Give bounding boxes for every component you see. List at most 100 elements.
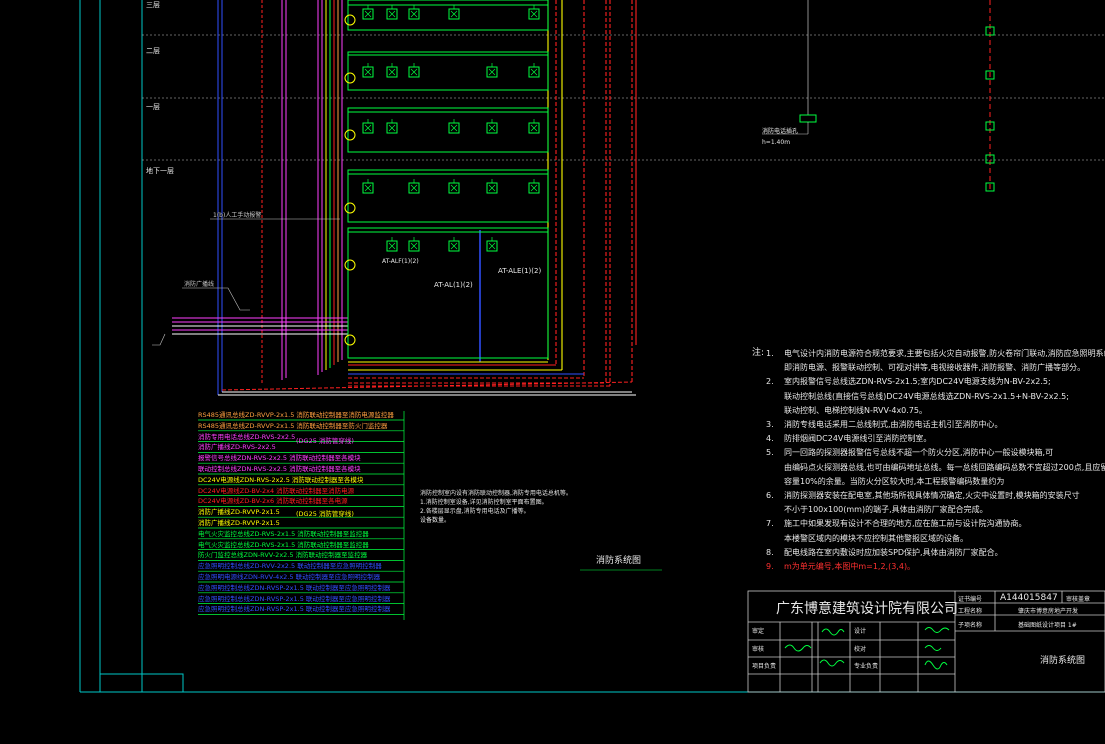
device-cross — [388, 10, 396, 18]
note-line: 由编码点火探测器总线,也可由编码地址总线。每一总线回路编码总数不宜超过200点,… — [766, 462, 1105, 473]
device-label-at1: AT-ALE(1)(2) — [498, 267, 542, 275]
legend-item: 电气火灾监控总线ZD-RVS-2x1.5 消防联动控制器至监控器 — [198, 529, 369, 538]
device-cross — [530, 10, 538, 18]
note-line: 8. 配电线路在室内敷设时应加装SPD保护,具体由消防厂家配合。 — [766, 547, 1003, 558]
note-line: 容量10%的余量。当防火分区较大时,本工程报警编码数量约为 — [766, 476, 1004, 487]
device-cross — [530, 184, 538, 192]
role-xiangmu: 项目负责 — [752, 663, 777, 670]
device-cross — [450, 242, 458, 250]
device-cross — [450, 10, 458, 18]
note-text: 由编码点火探测器总线,也可由编码地址总线。每一总线回路编码总数不宜超过200点,… — [784, 462, 1105, 472]
device-cross — [410, 184, 418, 192]
floor-label-b1: 地下一层 — [146, 167, 174, 175]
note-text: m为单元编号,本图中m=1,2,(3,4)。 — [784, 562, 916, 571]
device-label-at2: AT-AL(1)(2) — [434, 281, 473, 289]
legend-item: RS485通讯总线ZD-RVVP-2x1.5 消防联动控制器至消防电源监控器 — [198, 411, 394, 419]
role-shending: 审定 — [752, 628, 765, 635]
legend-item: 应急照明控制总线ZDN-RVSP-2x1.5 联动控制器至应急照明控制器 — [198, 605, 391, 614]
note-line: 6. 消防探测器安装在配电室,其他场所视具体情况确定,火灾中设置时,模块箱的安装尺… — [766, 490, 1080, 501]
legend-item: 消防广播线ZD-RVVP-2x1.5 — [198, 519, 280, 527]
role-zhuanye: 专业负责 — [854, 663, 879, 670]
device-cross — [450, 184, 458, 192]
floor-label-1f: 一层 — [146, 103, 160, 111]
legend-item: DC24V电源线ZD-BV-2x6 消防联动控制器至各电源 — [198, 497, 348, 506]
note-text: 容量10%的余量。当防火分区较大时,本工程报警编码数量约为 — [784, 476, 1005, 486]
device-cross — [410, 68, 418, 76]
sub-label: 子项名称 — [958, 622, 983, 629]
device-cross — [450, 124, 458, 132]
device-cross — [388, 242, 396, 250]
legend-item: RS485通讯总线ZD-RVVP-2x1.5 消防联动控制器至防火门监控器 — [198, 421, 388, 430]
legend-item: DC24V电源线ZDN-RVS-2x2.5 消防联动控制器至各模块 — [198, 475, 364, 484]
device-group-floor-2 — [347, 51, 549, 91]
device-group-floor-3 — [347, 0, 549, 31]
device-cross — [530, 68, 538, 76]
sub-value: 基础图纸设计项目 1# — [1018, 622, 1077, 629]
role-sheji: 设计 — [854, 628, 867, 635]
legend-item: 报警信号总线ZDN-RVS-2x2.5 消防联动控制器至各模块 — [198, 454, 361, 463]
module-circle — [344, 72, 356, 84]
drawing-title: 消防系统图 — [596, 556, 642, 566]
note-text: 室内报警信号总线选ZDN-RVS-2x1.5;室内DC24V电源支线为N-BV-… — [784, 377, 1051, 387]
note-number: 7. — [766, 519, 774, 529]
company-name: 广东博意建筑设计院有限公司 — [776, 601, 958, 617]
legend-item: 防火门监控总线ZDN-RVV-2x2.5 消防联动控制器至监控器 — [198, 551, 368, 560]
note-line: 1. 电气设计内消防电源符合规范要求,主要包括火灾自动报警,防火卷帘门联动,消防应… — [766, 348, 1105, 359]
riser-bundle — [217, 0, 343, 395]
note-text: 消防探测器安装在配电室,其他场所视具体情况确定,火灾中设置时,模块箱的安装尺寸 — [784, 491, 1080, 500]
note-line: 5. 同一回路的探测器报警信号总线不超一个防火分区,消防中心一般设模块箱,可 — [766, 447, 1053, 458]
code-value: A144015847 — [1000, 593, 1058, 603]
device-group-floor-1 — [347, 107, 549, 153]
riser-label: 消防电话插孔 — [762, 128, 799, 135]
device-cross — [364, 184, 372, 192]
note-number: 3. — [766, 420, 774, 429]
corner-label: 审核盖章 — [1066, 596, 1091, 603]
note-number: 9. — [766, 562, 774, 571]
legend-item: 消防专用电话总线ZD-RVS-2x2.5 — [198, 432, 296, 441]
device-cross — [488, 124, 496, 132]
note-line: 本楼警区域内的模块不应控制其他警报区域的设备。 — [766, 533, 968, 544]
device-cross — [364, 124, 372, 132]
callout-mid: 1(b)人工手动报警 — [213, 212, 262, 219]
device-symbols — [344, 5, 540, 346]
note-text: 即消防电源、报警联动控制、可视对讲等,电视接收器件,消防报警、消防广播等部分。 — [784, 363, 1086, 373]
legend-tag-1: (DG25 消防管穿线) — [296, 437, 354, 445]
note-line: 3. 消防专线电话采用二总线制式,由消防电话主机引至消防中心。 — [766, 419, 1003, 430]
module-circle — [344, 14, 356, 26]
note-line: 联动控制、电梯控制线N-RVV-4x0.75。 — [766, 405, 927, 416]
device-cross — [488, 242, 496, 250]
floor-label-3f: 三层 — [146, 1, 160, 9]
right-bus-lines — [479, 0, 637, 386]
legend-item: 消防广播线ZD-RVVP-2x1.5 — [198, 508, 280, 517]
note-line: 联动控制总线(直接信号总线)DC24V电源总线选ZDN-RVS-2x1.5+N-… — [766, 391, 1069, 402]
device-cross — [488, 184, 496, 192]
note-text: 消防专线电话采用二总线制式,由消防电话主机引至消防中心。 — [784, 420, 1003, 429]
device-cross — [410, 10, 418, 18]
bottom-bundle — [172, 317, 636, 396]
note-number: 4. — [766, 434, 774, 444]
module-circle — [344, 202, 356, 214]
riser-height: h=1.40m — [762, 139, 791, 146]
module-circle — [344, 129, 356, 141]
note-text: 不小于100x100(mm)的端子,具体由消防厂家配合完成。 — [784, 505, 988, 515]
module-circle — [344, 259, 356, 271]
legend-item: 联动控制总线ZDN-RVS-2x2.5 消防联动控制器至各模块 — [198, 465, 361, 473]
note-line: 2. 室内报警信号总线选ZDN-RVS-2x1.5;室内DC24V电源支线为N-B… — [766, 376, 1051, 387]
device-cross — [388, 68, 396, 76]
note-number: 2. — [766, 377, 774, 387]
right-riser — [762, 0, 995, 192]
legend-item: 应急照明控制总线ZDN-RVSP-2x1.5 联动控制器至应急照明控制器 — [198, 594, 391, 603]
role-shenhe: 审核 — [752, 646, 765, 653]
legend-item: 电气火灾监控总线ZD-RVS-2x1.5 消防联动控制器至监控器 — [198, 540, 369, 549]
note-text: 联动控制、电梯控制线N-RVV-4x0.75。 — [784, 405, 927, 415]
project-value: 肇庆市博意房地产开发 — [1018, 608, 1079, 615]
legend-item: 应急照明控制总线ZDN-RVSP-2x1.5 联动控制器至应急照明控制器 — [198, 583, 391, 592]
mid-note: 设备数量。 — [420, 517, 451, 524]
callout-left: 消防广播线 — [184, 281, 215, 288]
note-number: 6. — [766, 491, 774, 500]
code-label: 证书编号 — [958, 596, 983, 603]
note-number: 5. — [766, 448, 774, 458]
legend-item: DC24V电源线ZD-BV-2x4 消防联动控制器至消防电源 — [198, 486, 355, 495]
device-cross — [410, 242, 418, 250]
device-cross — [364, 68, 372, 76]
